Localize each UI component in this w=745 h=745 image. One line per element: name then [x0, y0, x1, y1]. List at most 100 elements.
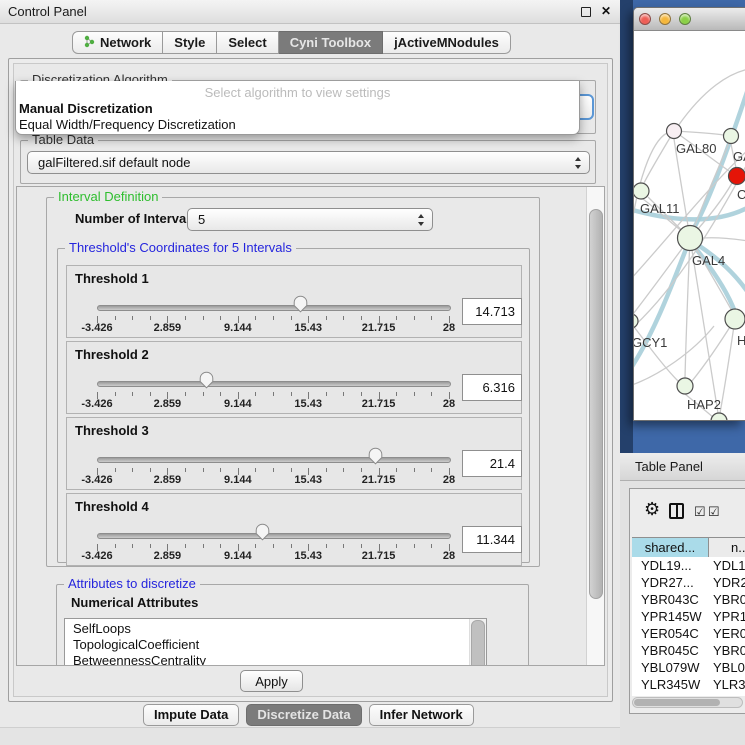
- network-node[interactable]: [634, 314, 638, 328]
- scale-label: -3.426: [81, 474, 112, 486]
- settings-gear-icon[interactable]: ⚙: [644, 500, 660, 518]
- tick-mark: [361, 392, 362, 396]
- list-scrollbar-thumb[interactable]: [471, 620, 485, 666]
- network-window-titlebar[interactable]: [634, 8, 745, 31]
- network-canvas[interactable]: GAL80GACGAL11GAL4GCY1HHAP2: [634, 31, 745, 421]
- table-row[interactable]: YBL079WYBL0: [632, 659, 745, 676]
- threshold-panel: Threshold 2-3.4262.8599.14415.4321.71528…: [66, 341, 522, 414]
- tick-mark: [326, 316, 327, 320]
- tick-mark: [185, 468, 186, 472]
- threshold-panels: Threshold 1-3.4262.8599.14415.4321.71528…: [66, 265, 522, 569]
- tick-mark: [273, 392, 274, 396]
- slider-track[interactable]: [97, 457, 451, 463]
- zoom-light[interactable]: [679, 13, 691, 25]
- threshold-panel: Threshold 1-3.4262.8599.14415.4321.71528…: [66, 265, 522, 338]
- tick-mark: [273, 544, 274, 548]
- vertical-scrollbar-thumb[interactable]: [589, 209, 603, 599]
- tab-impute-data[interactable]: Impute Data: [143, 704, 239, 726]
- threshold-label: Threshold 2: [75, 347, 149, 362]
- table-data-combobox[interactable]: galFiltered.sif default node: [27, 151, 590, 174]
- table-row[interactable]: YDR27...YDR2: [632, 574, 745, 591]
- vertical-scrollbar[interactable]: [586, 187, 604, 665]
- slider-track[interactable]: [97, 381, 451, 387]
- cell-name: YLR3: [713, 676, 745, 693]
- tick-mark: [396, 544, 397, 548]
- show-columns-icon[interactable]: [669, 503, 684, 519]
- tab-discretize-data[interactable]: Discretize Data: [246, 704, 361, 726]
- app-root: Control Panel ✕ NetworkStyleSelectCyni T…: [0, 0, 745, 745]
- tick-mark: [255, 316, 256, 320]
- tick-mark: [255, 392, 256, 396]
- network-node[interactable]: [724, 129, 739, 144]
- table-panel-titlebar[interactable]: Table Panel: [620, 453, 745, 481]
- slider-track[interactable]: [97, 305, 451, 311]
- minimize-light[interactable]: [659, 13, 671, 25]
- right-side-area: GAL80GACGAL11GAL4GCY1HHAP2 Table Panel ⚙…: [620, 0, 745, 745]
- table-row[interactable]: YBR043CYBR0: [632, 591, 745, 608]
- interval-definition-group: Interval Definition Number of Intervals …: [46, 197, 540, 567]
- table-row[interactable]: YBR045CYBR0: [632, 642, 745, 659]
- scale-label: 28: [443, 474, 455, 486]
- tab-label: Style: [174, 35, 205, 50]
- table-row[interactable]: YLR345WYLR3: [632, 676, 745, 693]
- list-scrollbar[interactable]: [469, 619, 486, 666]
- tab-network[interactable]: Network: [72, 31, 163, 54]
- network-node[interactable]: [667, 124, 682, 139]
- table-row[interactable]: YDL19...YDL1: [632, 557, 745, 574]
- threshold-value-field[interactable]: 6.316: [462, 374, 522, 401]
- tick-mark: [132, 544, 133, 548]
- slider-thumb-icon[interactable]: [255, 523, 270, 541]
- network-node[interactable]: [729, 168, 745, 185]
- slider-thumb-icon[interactable]: [368, 447, 383, 465]
- attributes-group: Attributes to discretize Numerical Attri…: [56, 584, 529, 666]
- close-light[interactable]: [639, 13, 651, 25]
- table-row[interactable]: YIL052CYIL0: [632, 693, 745, 696]
- threshold-value-field[interactable]: 11.344: [462, 526, 522, 553]
- attributes-listbox[interactable]: SelfLoopsTopologicalCoefficientBetweenne…: [64, 618, 487, 666]
- horizontal-scrollbar-thumb[interactable]: [634, 699, 720, 706]
- column-header-shared-name[interactable]: shared...: [632, 538, 709, 557]
- tab-select[interactable]: Select: [217, 31, 278, 54]
- scale-label: 2.859: [154, 322, 182, 334]
- network-node[interactable]: [711, 413, 727, 421]
- attribute-item-topologicalcoefficient[interactable]: TopologicalCoefficient: [65, 637, 469, 653]
- apply-button[interactable]: Apply: [240, 670, 303, 692]
- tab-style[interactable]: Style: [163, 31, 217, 54]
- tick-mark: [361, 544, 362, 548]
- tab-cyni-toolbox[interactable]: Cyni Toolbox: [279, 31, 383, 54]
- table-row[interactable]: YPR145WYPR1: [632, 608, 745, 625]
- scale-label: 21.715: [362, 550, 396, 562]
- slider-thumb-icon[interactable]: [293, 295, 308, 313]
- horizontal-scrollbar[interactable]: [632, 697, 743, 708]
- table-row[interactable]: YER054CYER0: [632, 625, 745, 642]
- tick-mark: [185, 316, 186, 320]
- settings-scroll-viewport: Interval Definition Number of Intervals …: [16, 186, 605, 666]
- num-intervals-combobox[interactable]: 5: [187, 208, 433, 231]
- table-panel-body: ⚙ ☑ ☑ shared... n... YDL19...YDL1YDR27..…: [620, 481, 745, 745]
- combo-arrows-icon: [575, 157, 582, 169]
- close-icon[interactable]: ✕: [601, 4, 611, 18]
- tick-mark: [414, 544, 415, 548]
- network-node[interactable]: [678, 226, 703, 251]
- dropdown-item-manual-discretization[interactable]: Manual Discretization: [19, 101, 576, 117]
- dropdown-item-equal-width-frequency-discretization[interactable]: Equal Width/Frequency Discretization: [19, 117, 576, 133]
- select-all-checkbox-icon[interactable]: ☑: [694, 504, 706, 520]
- tab-jactivemnodules[interactable]: jActiveMNodules: [383, 31, 511, 54]
- select-mode-checkbox-icon[interactable]: ☑: [708, 504, 720, 520]
- tick-mark: [414, 468, 415, 472]
- threshold-value-field[interactable]: 14.713: [462, 298, 522, 325]
- tab-infer-network[interactable]: Infer Network: [369, 704, 474, 726]
- tick-mark: [220, 468, 221, 472]
- network-node[interactable]: [677, 378, 693, 394]
- float-window-icon[interactable]: [581, 7, 591, 17]
- column-header-name[interactable]: n...: [709, 538, 745, 557]
- slider-track[interactable]: [97, 533, 451, 539]
- network-node[interactable]: [725, 309, 745, 329]
- tick-mark: [150, 468, 151, 472]
- attribute-item-betweennesscentrality[interactable]: BetweennessCentrality: [65, 653, 469, 666]
- scale-label: 9.144: [224, 474, 252, 486]
- attribute-item-selfloops[interactable]: SelfLoops: [65, 621, 469, 637]
- slider-thumb-icon[interactable]: [199, 371, 214, 389]
- threshold-value-field[interactable]: 21.4: [462, 450, 522, 477]
- network-node[interactable]: [634, 183, 649, 199]
